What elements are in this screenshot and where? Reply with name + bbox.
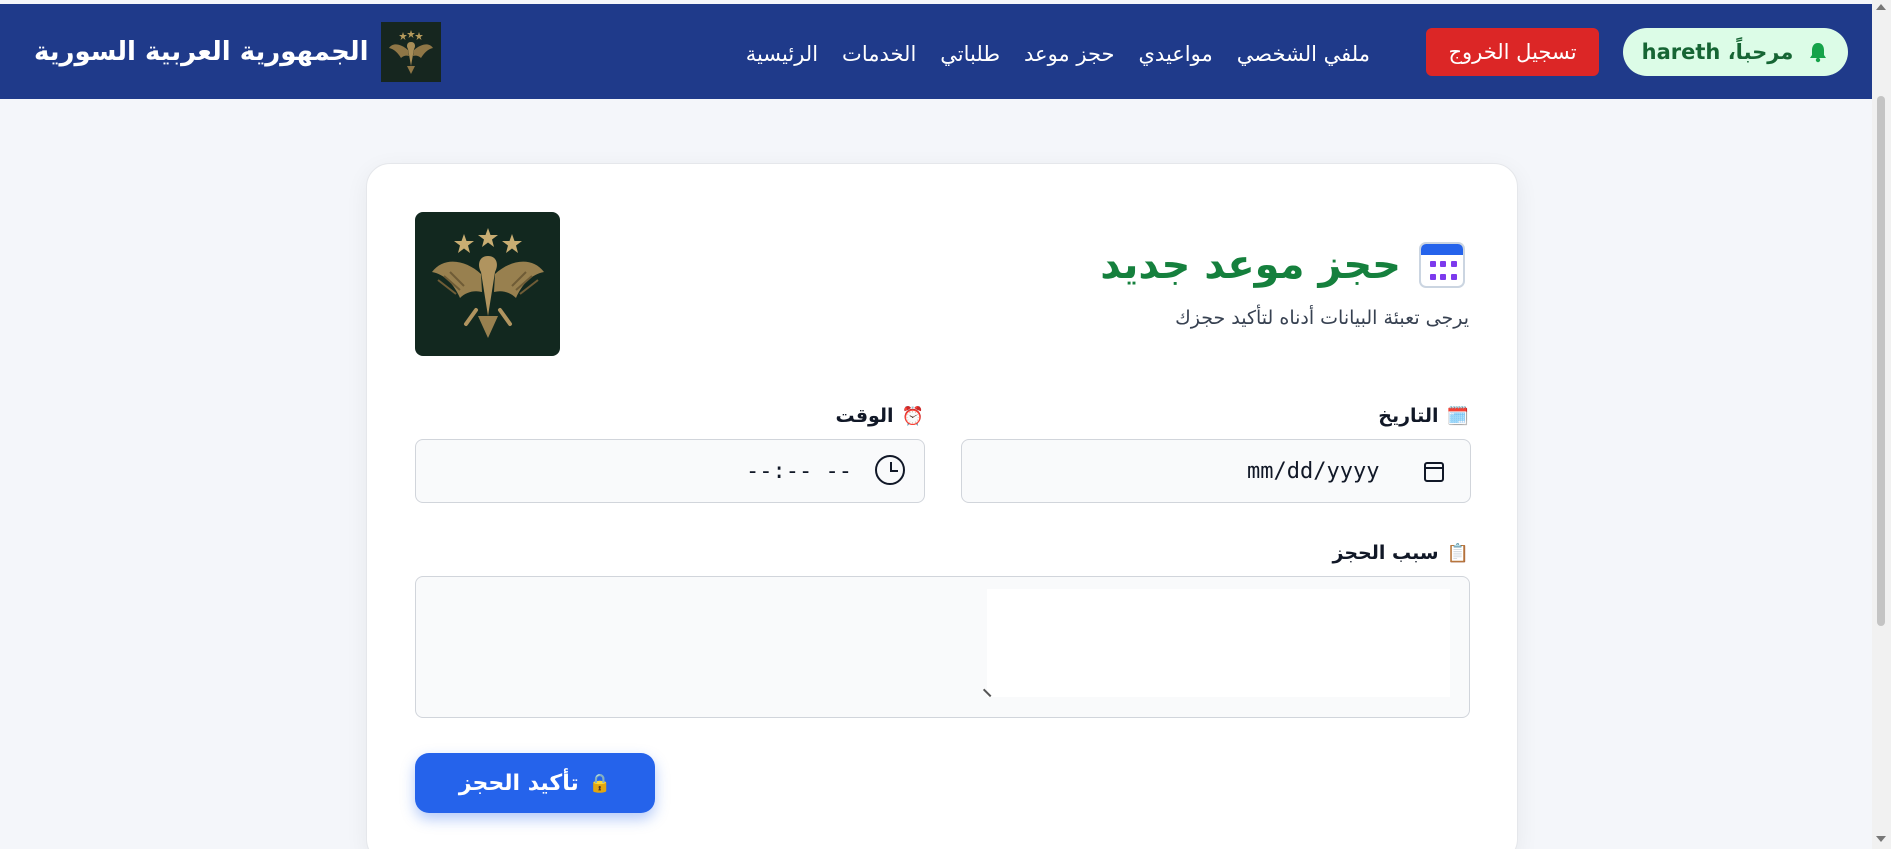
welcome-text: مرحباً، hareth	[1641, 40, 1794, 64]
date-picker-icon[interactable]	[1424, 462, 1444, 482]
alarm-clock-icon: ⏰	[901, 405, 924, 427]
eagle-emblem-image	[415, 212, 560, 356]
nav-my-appointments[interactable]: مواعيدي	[1138, 42, 1212, 66]
page-title: حجز موعد جديد	[1100, 242, 1401, 288]
scroll-up-icon[interactable]	[1876, 4, 1886, 10]
clipboard-icon: 📋	[1446, 542, 1469, 564]
time-input[interactable]: --:-- --	[415, 439, 925, 503]
calendar-icon	[1419, 242, 1465, 288]
nav-services[interactable]: الخدمات	[842, 42, 916, 66]
clock-icon[interactable]	[875, 455, 905, 485]
reason-label: 📋 سبب الحجز	[1333, 542, 1469, 564]
scroll-down-icon[interactable]	[1876, 836, 1886, 842]
nav-home[interactable]: الرئيسية	[746, 42, 818, 66]
eagle-emblem-logo	[380, 22, 441, 82]
date-input[interactable]: mm/dd/yyyy	[961, 439, 1471, 503]
time-label-text: الوقت	[835, 405, 894, 427]
date-label-text: التاريخ	[1378, 405, 1439, 427]
page-heading: حجز موعد جديد	[1100, 242, 1465, 288]
time-input-value: --:-- --	[746, 459, 852, 484]
page-scrollbar[interactable]	[1872, 0, 1891, 849]
scrollbar-thumb[interactable]	[1877, 96, 1885, 626]
confirm-booking-button[interactable]: 🔒 تأكيد الحجز	[415, 753, 655, 813]
nav-book-appointment[interactable]: حجز موعد	[1024, 42, 1114, 66]
nav-my-profile[interactable]: ملفي الشخصي	[1237, 42, 1370, 66]
brand-title: الجمهورية العربية السورية	[34, 37, 369, 67]
nav-my-requests[interactable]: طلباتي	[940, 42, 1000, 66]
lock-icon: 🔒	[588, 772, 612, 794]
top-navbar: الجمهورية العربية السورية الرئيسية الخدم…	[0, 4, 1872, 99]
logout-button[interactable]: تسجيل الخروج	[1426, 28, 1599, 76]
reason-textarea-content[interactable]	[987, 589, 1450, 697]
bell-icon	[1810, 43, 1827, 63]
main-nav: الرئيسية الخدمات طلباتي حجز موعد مواعيدي…	[746, 42, 1370, 66]
calendar-icon: 🗓️	[1446, 405, 1469, 427]
date-input-value: mm/dd/yyyy	[1247, 459, 1380, 484]
confirm-booking-label: تأكيد الحجز	[458, 770, 579, 796]
welcome-badge[interactable]: مرحباً، hareth	[1623, 28, 1848, 76]
time-label: ⏰ الوقت	[835, 405, 924, 427]
date-label: 🗓️ التاريخ	[1378, 405, 1469, 427]
reason-label-text: سبب الحجز	[1332, 542, 1439, 564]
reason-textarea[interactable]	[415, 576, 1470, 718]
booking-card: حجز موعد جديد يرجى تعبئة البيانات أدناه …	[366, 163, 1518, 849]
brand[interactable]: الجمهورية العربية السورية	[34, 22, 441, 82]
page-subtitle: يرجى تعبئة البيانات أدناه لتأكيد حجزك	[1175, 307, 1469, 329]
